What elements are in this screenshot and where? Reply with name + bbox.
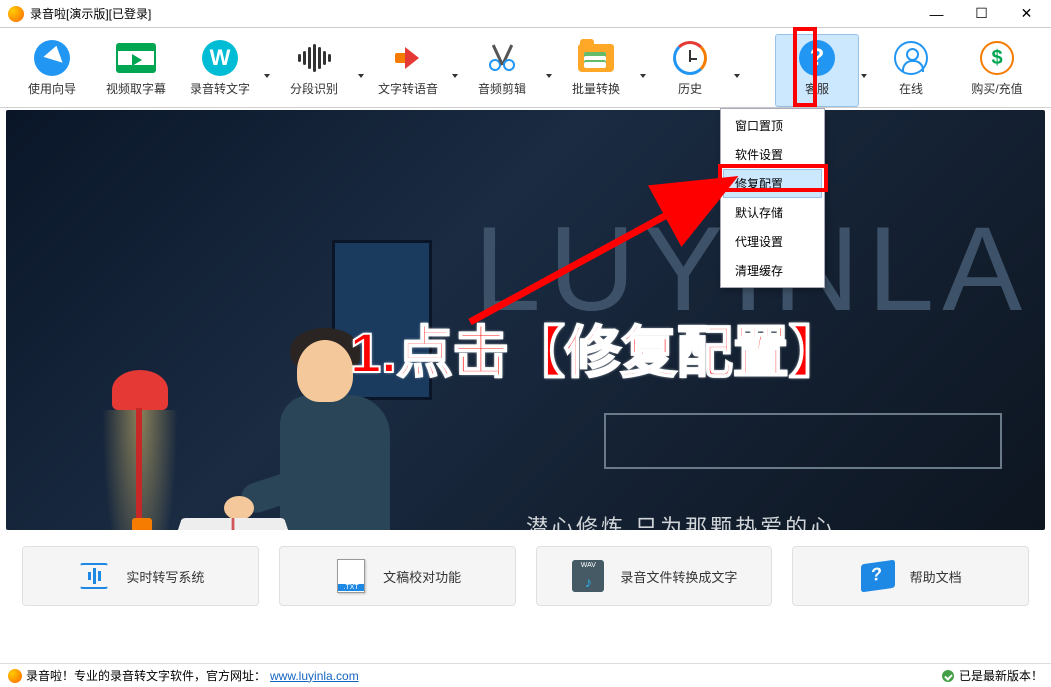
tb-guide[interactable]: 使用向导	[10, 34, 94, 107]
tb-segment[interactable]: 分段识别	[272, 34, 356, 107]
tb-label: 分段识别	[290, 80, 338, 97]
card-proofread[interactable]: 文稿校对功能	[279, 546, 516, 606]
minimize-button[interactable]: —	[914, 0, 959, 28]
title-left: 录音啦[演示版][已登录]	[8, 5, 151, 22]
check-ok-icon	[942, 670, 954, 682]
main-toolbar: 使用向导 视频取字幕 W 录音转文字 分段识别 文字转语音 音频剪辑 批量转换 …	[0, 28, 1051, 108]
status-website-link[interactable]: www.luyinla.com	[270, 669, 359, 683]
tb-label: 历史	[678, 80, 702, 97]
status-bar: 录音啦！专业的录音转文字软件，官方网址： www.luyinla.com 已是最…	[0, 663, 1051, 687]
tb-buy[interactable]: $ 购买/充值	[953, 34, 1041, 107]
card-label: 录音文件转换成文字	[620, 567, 737, 586]
help-icon: ?	[799, 40, 835, 76]
tb-label: 音频剪辑	[478, 80, 526, 97]
feature-cards-row: 实时转写系统 文稿校对功能 WAV 录音文件转换成文字 帮助文档	[0, 536, 1051, 616]
coin-icon: $	[980, 41, 1014, 75]
app-icon	[8, 6, 24, 22]
status-text: 录音啦！专业的录音转文字软件，官方网址：	[26, 667, 266, 684]
reading-illustration	[102, 240, 422, 530]
dropdown-arrow-icon[interactable]	[262, 34, 272, 107]
tb-history[interactable]: 历史	[648, 34, 732, 107]
status-app-icon	[8, 669, 22, 683]
card-help[interactable]: 帮助文档	[792, 546, 1029, 606]
dd-window-top[interactable]: 窗口置顶	[723, 111, 822, 140]
wav-file-icon: WAV	[572, 560, 604, 592]
hero-banner: LUYINLA 潜心修炼 只为那颗热爱的心	[6, 110, 1045, 530]
tb-label: 购买/充值	[971, 80, 1022, 97]
card-convert[interactable]: WAV 录音文件转换成文字	[536, 546, 773, 606]
status-version-text: 已是最新版本！	[959, 667, 1043, 684]
tb-online[interactable]: 在线	[869, 34, 953, 107]
dd-repair-config[interactable]: 修复配置	[723, 169, 822, 198]
status-right: 已是最新版本！	[942, 667, 1043, 684]
maximize-button[interactable]: ☐	[959, 0, 1004, 28]
service-dropdown: 窗口置顶 软件设置 修复配置 默认存储 代理设置 清理缓存	[720, 108, 825, 288]
tb-label: 使用向导	[28, 80, 76, 97]
title-bar: 录音啦[演示版][已登录] — ☐ ✕	[0, 0, 1051, 28]
tb-label: 批量转换	[572, 80, 620, 97]
dropdown-arrow-icon[interactable]	[859, 34, 869, 107]
tb-label: 视频取字幕	[106, 80, 166, 97]
card-label: 实时转写系统	[126, 567, 204, 586]
dd-software-settings[interactable]: 软件设置	[723, 140, 822, 169]
tb-label: 录音转文字	[190, 80, 250, 97]
tb-label: 客服	[805, 80, 829, 97]
megaphone-icon	[391, 41, 425, 75]
dd-proxy-settings[interactable]: 代理设置	[723, 227, 822, 256]
txt-file-icon	[337, 559, 365, 593]
card-realtime[interactable]: 实时转写系统	[22, 546, 259, 606]
window-controls: — ☐ ✕	[914, 0, 1049, 28]
card-label: 文稿校对功能	[383, 567, 461, 586]
dropdown-arrow-icon[interactable]	[544, 34, 554, 107]
tb-label: 文字转语音	[378, 80, 438, 97]
tb-audioedit[interactable]: 音频剪辑	[460, 34, 544, 107]
scissors-icon	[487, 43, 517, 73]
waveform-icon	[296, 44, 332, 72]
tb-batch[interactable]: 批量转换	[554, 34, 638, 107]
user-icon	[894, 41, 928, 75]
w-icon: W	[202, 40, 238, 76]
navigate-icon	[34, 40, 70, 76]
dropdown-arrow-icon[interactable]	[638, 34, 648, 107]
dropdown-arrow-icon[interactable]	[356, 34, 366, 107]
help-book-icon	[861, 560, 895, 593]
window-title: 录音啦[演示版][已登录]	[30, 5, 151, 22]
tb-subtitle[interactable]: 视频取字幕	[94, 34, 178, 107]
close-button[interactable]: ✕	[1004, 0, 1049, 28]
dropdown-arrow-icon[interactable]	[450, 34, 460, 107]
folder-icon	[578, 44, 614, 72]
tb-txt2speech[interactable]: 文字转语音	[366, 34, 450, 107]
film-icon	[116, 43, 156, 73]
tb-rec2txt[interactable]: W 录音转文字	[178, 34, 262, 107]
clock-icon	[673, 41, 707, 75]
tb-label: 在线	[899, 80, 923, 97]
tb-service[interactable]: ? 客服	[775, 34, 859, 107]
card-label: 帮助文档	[910, 567, 962, 586]
status-left: 录音啦！专业的录音转文字软件，官方网址： www.luyinla.com	[8, 667, 359, 684]
dropdown-arrow-icon[interactable]	[732, 34, 742, 107]
dd-default-storage[interactable]: 默认存储	[723, 198, 822, 227]
realtime-icon	[79, 563, 109, 589]
banner-text-frame	[604, 413, 1002, 469]
dd-clear-cache[interactable]: 清理缓存	[723, 256, 822, 285]
banner-subtitle: 潜心修炼 只为那颗热爱的心	[526, 510, 835, 530]
